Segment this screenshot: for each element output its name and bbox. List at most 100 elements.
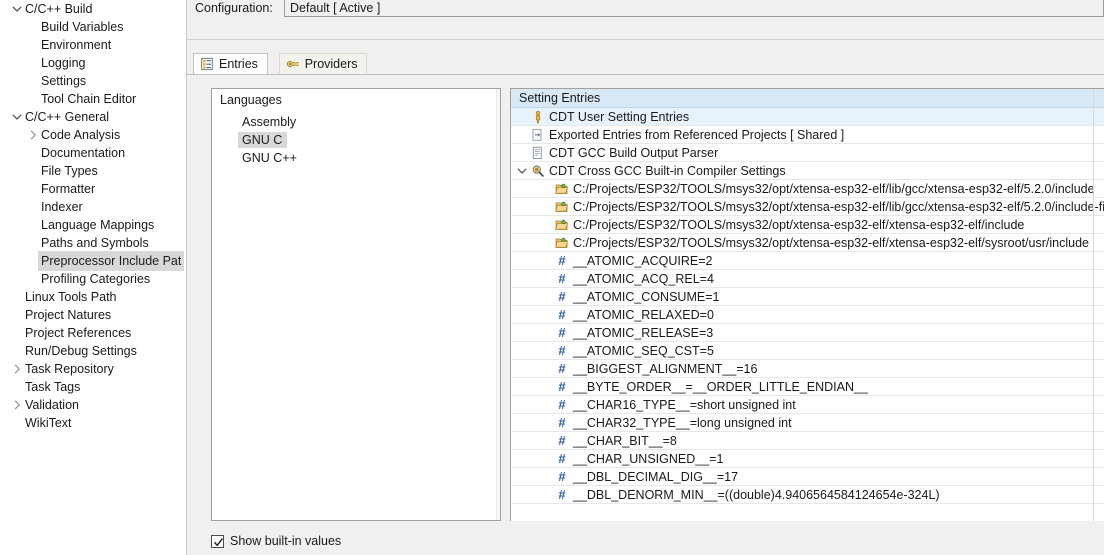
preference-page: Configuration: Default [ Active ] Entrie… <box>187 0 1104 555</box>
sidebar-item-formatter[interactable]: Formatter <box>0 180 186 198</box>
sidebar-item-validation[interactable]: Validation <box>0 396 186 414</box>
setting-entry-row[interactable]: # __BIGGEST_ALIGNMENT__=16 <box>511 360 1104 378</box>
sidebar-item-documentation[interactable]: Documentation <box>0 144 186 162</box>
sidebar-item-c-c-general[interactable]: C/C++ General <box>0 108 186 126</box>
setting-entry-row[interactable]: # __DBL_DECIMAL_DIG__=17 <box>511 468 1104 486</box>
setting-entry-row[interactable]: CDT User Setting Entries <box>511 108 1104 126</box>
setting-entry-row[interactable]: # __ATOMIC_SEQ_CST=5 <box>511 342 1104 360</box>
sidebar-item-label: Logging <box>41 56 86 70</box>
sidebar-item-label: Task Repository <box>25 362 114 376</box>
configuration-combo[interactable]: Default [ Active ] <box>284 0 1104 17</box>
folder-icon <box>553 182 571 196</box>
setting-entries-panel[interactable]: Setting Entries CDT User Setting Entries… <box>510 88 1104 521</box>
sidebar-item-file-types[interactable]: File Types <box>0 162 186 180</box>
sidebar-item-indexer[interactable]: Indexer <box>0 198 186 216</box>
setting-entry-label: __ATOMIC_ACQUIRE=2 <box>573 253 713 268</box>
sidebar-item-logging[interactable]: Logging <box>0 54 186 72</box>
setting-entry-label: C:/Projects/ESP32/TOOLS/msys32/opt/xtens… <box>573 217 1025 232</box>
setting-entry-row[interactable]: CDT GCC Build Output Parser <box>511 144 1104 162</box>
sidebar-item-run-debug-settings[interactable]: Run/Debug Settings <box>0 342 186 360</box>
sidebar-item-label: Formatter <box>41 182 96 196</box>
sidebar-item-build-variables[interactable]: Build Variables <box>0 18 186 36</box>
sidebar-item-language-mappings[interactable]: Language Mappings <box>0 216 186 234</box>
setting-entry-row[interactable]: C:/Projects/ESP32/TOOLS/msys32/opt/xtens… <box>511 234 1104 252</box>
sidebar-item-linux-tools-path[interactable]: Linux Tools Path <box>0 288 186 306</box>
sidebar-item-preprocessor-include-pat[interactable]: Preprocessor Include Pat <box>0 251 186 271</box>
configuration-combo-value: Default [ Active ] <box>290 1 381 15</box>
setting-entry-row[interactable]: # __ATOMIC_RELAXED=0 <box>511 306 1104 324</box>
checkbox-box[interactable] <box>211 534 224 548</box>
setting-entry-row[interactable]: Exported Entries from Referenced Project… <box>511 126 1104 144</box>
setting-entry-label: CDT GCC Build Output Parser <box>549 145 719 160</box>
chevron-right-icon[interactable] <box>26 126 40 144</box>
export-icon <box>529 128 547 142</box>
folder-icon <box>553 236 571 250</box>
setting-entry-row[interactable]: # __BYTE_ORDER__=__ORDER_LITTLE_ENDIAN__ <box>511 378 1104 396</box>
hash-icon: # <box>558 343 566 358</box>
languages-panel[interactable]: Languages Assembly GNU C GNU C++ <box>211 88 501 521</box>
setting-entry-row[interactable]: CDT Cross GCC Built-in Compiler Settings <box>511 162 1104 180</box>
setting-entry-row[interactable]: # __ATOMIC_ACQUIRE=2 <box>511 252 1104 270</box>
tab-label: Providers <box>304 57 358 71</box>
setting-entry-row[interactable]: # __CHAR32_TYPE__=long unsigned int <box>511 414 1104 432</box>
setting-entry-row[interactable]: # __CHAR_BIT__=8 <box>511 432 1104 450</box>
chevron-down-icon[interactable] <box>515 166 529 176</box>
sidebar-item-code-analysis[interactable]: Code Analysis <box>0 126 186 144</box>
languages-scrollbar[interactable] <box>496 89 500 520</box>
setting-entry-row[interactable]: C:/Projects/ESP32/TOOLS/msys32/opt/xtens… <box>511 180 1104 198</box>
setting-entry-label: __ATOMIC_ACQ_REL=4 <box>573 271 714 286</box>
chevron-right-icon[interactable] <box>10 396 24 414</box>
configuration-bar: Configuration: Default [ Active ] <box>187 0 1104 46</box>
language-item-gnu-c[interactable]: GNU C <box>212 131 500 149</box>
sidebar-item-settings[interactable]: Settings <box>0 72 186 90</box>
sidebar-item-task-tags[interactable]: Task Tags <box>0 378 186 396</box>
hash-icon: # <box>558 253 566 268</box>
language-item-gnu-c++[interactable]: GNU C++ <box>212 149 500 167</box>
setting-entry-row[interactable]: # __DBL_DENORM_MIN__=((double)4.940656458… <box>511 486 1104 504</box>
show-builtin-values-checkbox[interactable]: Show built-in values <box>211 534 341 548</box>
setting-entries-header[interactable]: Setting Entries <box>511 89 1104 108</box>
hash-icon: # <box>558 397 566 412</box>
sidebar-item-environment[interactable]: Environment <box>0 36 186 54</box>
chevron-down-icon[interactable] <box>10 108 24 126</box>
setting-entry-row[interactable]: # __ATOMIC_ACQ_REL=4 <box>511 270 1104 288</box>
language-item-label: GNU C <box>238 132 288 148</box>
tab-label: Entries <box>219 57 258 71</box>
sidebar-item-task-repository[interactable]: Task Repository <box>0 360 186 378</box>
setting-entry-row[interactable]: # __ATOMIC_CONSUME=1 <box>511 288 1104 306</box>
sidebar-item-wikitext[interactable]: WikiText <box>0 414 186 432</box>
sidebar-item-paths-and-symbols[interactable]: Paths and Symbols <box>0 234 186 252</box>
language-item-label: GNU C++ <box>242 151 297 165</box>
sidebar-item-project-references[interactable]: Project References <box>0 324 186 342</box>
show-builtin-values-label: Show built-in values <box>230 534 342 548</box>
setting-entry-row[interactable]: # __ATOMIC_RELEASE=3 <box>511 324 1104 342</box>
language-item-assembly[interactable]: Assembly <box>212 113 500 131</box>
person-icon <box>529 110 547 124</box>
chevron-right-icon[interactable] <box>10 360 24 378</box>
setting-entries-body: CDT User Setting Entries Exported Entries… <box>511 108 1104 504</box>
preferences-tree[interactable]: C/C++ Build Build Variables Environment Log… <box>0 0 187 555</box>
sidebar-item-project-natures[interactable]: Project Natures <box>0 306 186 324</box>
sidebar-item-tool-chain-editor[interactable]: Tool Chain Editor <box>0 90 186 108</box>
tab-providers[interactable]: Providers <box>278 53 368 75</box>
sidebar-item-c-c-build[interactable]: C/C++ Build <box>0 0 186 18</box>
tab-entries[interactable]: Entries <box>193 53 268 75</box>
setting-entry-row[interactable]: # __CHAR16_TYPE__=short unsigned int <box>511 396 1104 414</box>
sidebar-item-label: Task Tags <box>25 380 81 394</box>
setting-entry-row[interactable]: # __CHAR_UNSIGNED__=1 <box>511 450 1104 468</box>
chevron-down-icon[interactable] <box>10 0 24 18</box>
sidebar-item-profiling-categories[interactable]: Profiling Categories <box>0 270 186 288</box>
setting-entry-row[interactable]: C:/Projects/ESP32/TOOLS/msys32/opt/xtens… <box>511 216 1104 234</box>
setting-entry-row[interactable]: C:/Projects/ESP32/TOOLS/msys32/opt/xtens… <box>511 198 1104 216</box>
